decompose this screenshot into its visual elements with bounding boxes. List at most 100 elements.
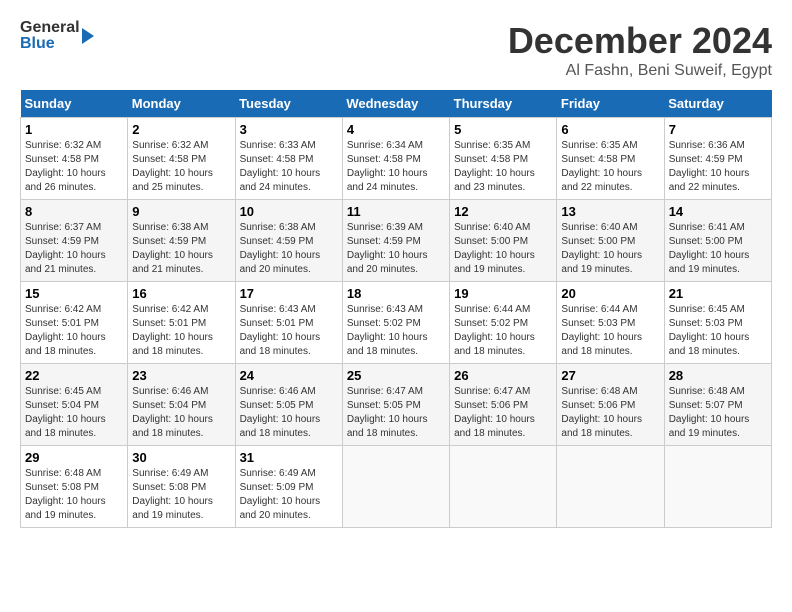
day-info: Sunrise: 6:45 AM Sunset: 5:03 PM Dayligh… (669, 303, 767, 359)
day-cell (342, 446, 449, 528)
day-info: Sunrise: 6:42 AM Sunset: 5:01 PM Dayligh… (132, 303, 230, 359)
weekday-header-sunday: Sunday (21, 90, 128, 118)
day-number: 18 (347, 286, 445, 301)
day-number: 1 (25, 122, 123, 137)
day-cell: 6 Sunrise: 6:35 AM Sunset: 4:58 PM Dayli… (557, 118, 664, 200)
day-number: 19 (454, 286, 552, 301)
day-number: 26 (454, 368, 552, 383)
day-info: Sunrise: 6:44 AM Sunset: 5:03 PM Dayligh… (561, 303, 659, 359)
week-row-2: 8 Sunrise: 6:37 AM Sunset: 4:59 PM Dayli… (21, 200, 772, 282)
day-info: Sunrise: 6:38 AM Sunset: 4:59 PM Dayligh… (132, 221, 230, 277)
day-cell: 15 Sunrise: 6:42 AM Sunset: 5:01 PM Dayl… (21, 282, 128, 364)
day-cell: 7 Sunrise: 6:36 AM Sunset: 4:59 PM Dayli… (664, 118, 771, 200)
day-info: Sunrise: 6:48 AM Sunset: 5:08 PM Dayligh… (25, 467, 123, 523)
day-info: Sunrise: 6:49 AM Sunset: 5:09 PM Dayligh… (240, 467, 338, 523)
header: General Blue December 2024 Al Fashn, Ben… (20, 20, 772, 80)
day-info: Sunrise: 6:46 AM Sunset: 5:05 PM Dayligh… (240, 385, 338, 441)
location-title: Al Fashn, Beni Suweif, Egypt (508, 62, 772, 80)
day-number: 15 (25, 286, 123, 301)
day-number: 30 (132, 450, 230, 465)
day-info: Sunrise: 6:48 AM Sunset: 5:07 PM Dayligh… (669, 385, 767, 441)
logo-chevron-icon (82, 28, 94, 44)
day-number: 6 (561, 122, 659, 137)
days-of-week-row: SundayMondayTuesdayWednesdayThursdayFrid… (21, 90, 772, 118)
day-info: Sunrise: 6:42 AM Sunset: 5:01 PM Dayligh… (25, 303, 123, 359)
weekday-header-saturday: Saturday (664, 90, 771, 118)
logo: General Blue (20, 20, 94, 52)
logo-general-text: General (20, 20, 80, 36)
day-number: 20 (561, 286, 659, 301)
day-cell: 20 Sunrise: 6:44 AM Sunset: 5:03 PM Dayl… (557, 282, 664, 364)
day-info: Sunrise: 6:40 AM Sunset: 5:00 PM Dayligh… (454, 221, 552, 277)
day-cell: 17 Sunrise: 6:43 AM Sunset: 5:01 PM Dayl… (235, 282, 342, 364)
day-info: Sunrise: 6:37 AM Sunset: 4:59 PM Dayligh… (25, 221, 123, 277)
day-cell: 1 Sunrise: 6:32 AM Sunset: 4:58 PM Dayli… (21, 118, 128, 200)
day-info: Sunrise: 6:41 AM Sunset: 5:00 PM Dayligh… (669, 221, 767, 277)
day-cell: 26 Sunrise: 6:47 AM Sunset: 5:06 PM Dayl… (450, 364, 557, 446)
weekday-header-monday: Monday (128, 90, 235, 118)
day-number: 14 (669, 204, 767, 219)
day-number: 22 (25, 368, 123, 383)
weekday-header-wednesday: Wednesday (342, 90, 449, 118)
logo-svg: General Blue (20, 20, 94, 52)
day-cell: 10 Sunrise: 6:38 AM Sunset: 4:59 PM Dayl… (235, 200, 342, 282)
day-number: 7 (669, 122, 767, 137)
day-cell: 5 Sunrise: 6:35 AM Sunset: 4:58 PM Dayli… (450, 118, 557, 200)
week-row-4: 22 Sunrise: 6:45 AM Sunset: 5:04 PM Dayl… (21, 364, 772, 446)
month-title: December 2024 (508, 20, 772, 62)
day-number: 11 (347, 204, 445, 219)
logo-text-block: General Blue (20, 20, 80, 52)
day-cell: 9 Sunrise: 6:38 AM Sunset: 4:59 PM Dayli… (128, 200, 235, 282)
title-area: December 2024 Al Fashn, Beni Suweif, Egy… (508, 20, 772, 80)
day-cell: 8 Sunrise: 6:37 AM Sunset: 4:59 PM Dayli… (21, 200, 128, 282)
day-number: 29 (25, 450, 123, 465)
day-cell (664, 446, 771, 528)
day-cell: 31 Sunrise: 6:49 AM Sunset: 5:09 PM Dayl… (235, 446, 342, 528)
day-number: 12 (454, 204, 552, 219)
day-cell (557, 446, 664, 528)
weekday-header-thursday: Thursday (450, 90, 557, 118)
day-number: 4 (347, 122, 445, 137)
day-cell: 28 Sunrise: 6:48 AM Sunset: 5:07 PM Dayl… (664, 364, 771, 446)
day-number: 24 (240, 368, 338, 383)
day-number: 25 (347, 368, 445, 383)
day-number: 10 (240, 204, 338, 219)
day-info: Sunrise: 6:33 AM Sunset: 4:58 PM Dayligh… (240, 139, 338, 195)
day-info: Sunrise: 6:39 AM Sunset: 4:59 PM Dayligh… (347, 221, 445, 277)
day-number: 3 (240, 122, 338, 137)
day-cell (450, 446, 557, 528)
day-cell: 30 Sunrise: 6:49 AM Sunset: 5:08 PM Dayl… (128, 446, 235, 528)
day-cell: 3 Sunrise: 6:33 AM Sunset: 4:58 PM Dayli… (235, 118, 342, 200)
day-cell: 23 Sunrise: 6:46 AM Sunset: 5:04 PM Dayl… (128, 364, 235, 446)
week-row-3: 15 Sunrise: 6:42 AM Sunset: 5:01 PM Dayl… (21, 282, 772, 364)
day-cell: 14 Sunrise: 6:41 AM Sunset: 5:00 PM Dayl… (664, 200, 771, 282)
weekday-header-tuesday: Tuesday (235, 90, 342, 118)
day-info: Sunrise: 6:35 AM Sunset: 4:58 PM Dayligh… (454, 139, 552, 195)
day-cell: 25 Sunrise: 6:47 AM Sunset: 5:05 PM Dayl… (342, 364, 449, 446)
week-row-1: 1 Sunrise: 6:32 AM Sunset: 4:58 PM Dayli… (21, 118, 772, 200)
day-number: 13 (561, 204, 659, 219)
day-number: 8 (25, 204, 123, 219)
day-cell: 16 Sunrise: 6:42 AM Sunset: 5:01 PM Dayl… (128, 282, 235, 364)
day-info: Sunrise: 6:45 AM Sunset: 5:04 PM Dayligh… (25, 385, 123, 441)
day-cell: 27 Sunrise: 6:48 AM Sunset: 5:06 PM Dayl… (557, 364, 664, 446)
day-cell: 19 Sunrise: 6:44 AM Sunset: 5:02 PM Dayl… (450, 282, 557, 364)
day-number: 31 (240, 450, 338, 465)
logo-blue-text: Blue (20, 36, 80, 52)
day-info: Sunrise: 6:46 AM Sunset: 5:04 PM Dayligh… (132, 385, 230, 441)
day-number: 17 (240, 286, 338, 301)
day-cell: 21 Sunrise: 6:45 AM Sunset: 5:03 PM Dayl… (664, 282, 771, 364)
day-info: Sunrise: 6:43 AM Sunset: 5:02 PM Dayligh… (347, 303, 445, 359)
day-number: 5 (454, 122, 552, 137)
day-info: Sunrise: 6:32 AM Sunset: 4:58 PM Dayligh… (25, 139, 123, 195)
calendar-table: SundayMondayTuesdayWednesdayThursdayFrid… (20, 90, 772, 528)
day-info: Sunrise: 6:35 AM Sunset: 4:58 PM Dayligh… (561, 139, 659, 195)
day-info: Sunrise: 6:47 AM Sunset: 5:06 PM Dayligh… (454, 385, 552, 441)
day-info: Sunrise: 6:38 AM Sunset: 4:59 PM Dayligh… (240, 221, 338, 277)
day-info: Sunrise: 6:44 AM Sunset: 5:02 PM Dayligh… (454, 303, 552, 359)
day-cell: 2 Sunrise: 6:32 AM Sunset: 4:58 PM Dayli… (128, 118, 235, 200)
day-number: 27 (561, 368, 659, 383)
day-cell: 4 Sunrise: 6:34 AM Sunset: 4:58 PM Dayli… (342, 118, 449, 200)
day-info: Sunrise: 6:49 AM Sunset: 5:08 PM Dayligh… (132, 467, 230, 523)
week-row-5: 29 Sunrise: 6:48 AM Sunset: 5:08 PM Dayl… (21, 446, 772, 528)
